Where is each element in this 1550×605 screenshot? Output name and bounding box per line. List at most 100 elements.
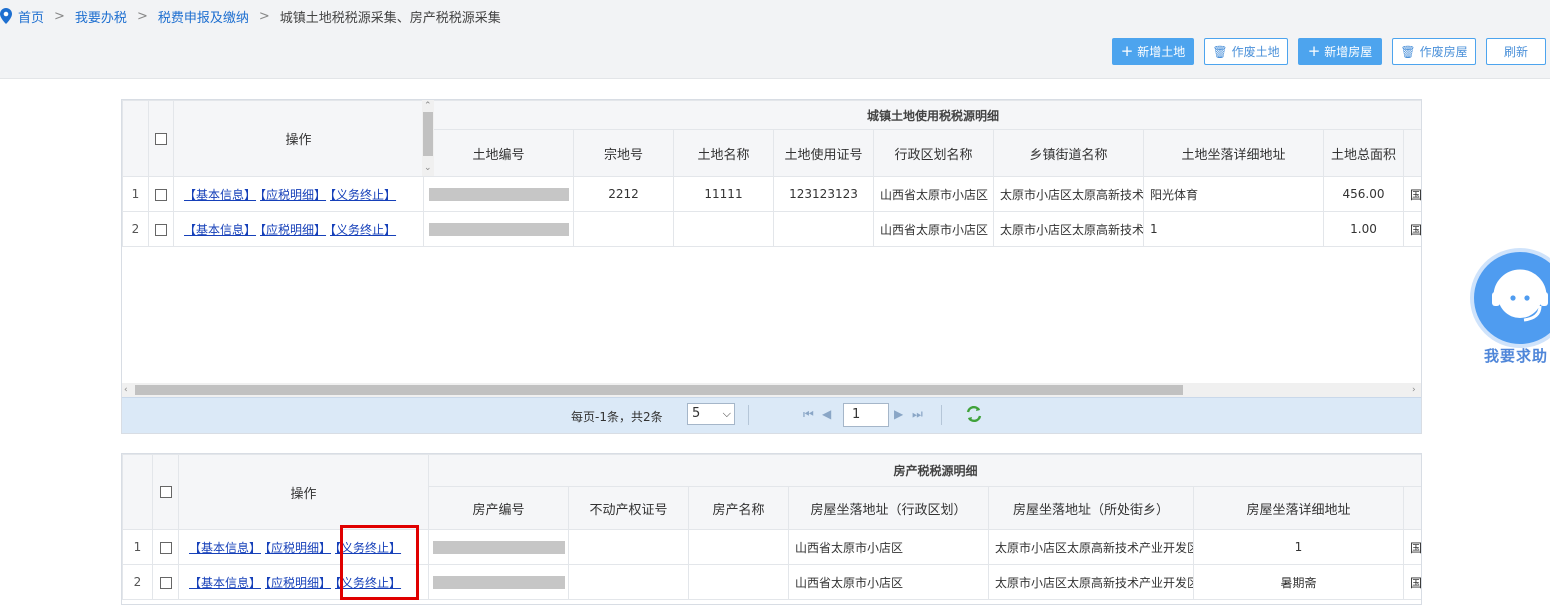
column-header-house-id[interactable]: 房产编号 bbox=[428, 486, 569, 530]
prev-page-icon[interactable]: ◀ bbox=[822, 407, 831, 421]
page-size-select[interactable]: 5 ⌵ bbox=[687, 403, 735, 425]
breadcrumb: 首页 > 我要办税 > 税费申报及缴纳 > 城镇土地税税源采集、房产税税源采集 bbox=[0, 7, 501, 26]
house-name-cell bbox=[688, 564, 789, 600]
area-cell: 1.00 bbox=[1323, 211, 1404, 247]
column-header-address[interactable]: 房屋坐落详细地址 bbox=[1193, 486, 1404, 530]
address-cell: 暑期斋 bbox=[1193, 564, 1404, 600]
cert-no-cell: 123123123 bbox=[773, 176, 874, 212]
header-bar: 首页 > 我要办税 > 税费申报及缴纳 > 城镇土地税税源采集、房产税税源采集 … bbox=[0, 0, 1550, 79]
basic-info-link[interactable]: 【基本信息】 bbox=[184, 188, 256, 202]
breadcrumb-separator: > bbox=[136, 8, 148, 24]
add-land-button[interactable]: + 新增土地 bbox=[1112, 38, 1194, 65]
help-button[interactable] bbox=[1474, 252, 1550, 344]
divider bbox=[941, 405, 942, 425]
row-checkbox[interactable] bbox=[159, 541, 172, 554]
page-number-input[interactable]: 1 bbox=[843, 403, 889, 427]
tax-detail-link[interactable]: 【应税明细】 bbox=[265, 576, 331, 590]
column-header-parcel-no[interactable]: 宗地号 bbox=[573, 129, 674, 177]
row-number: 1 bbox=[122, 176, 149, 212]
chevron-down-icon: ⌵ bbox=[722, 407, 731, 420]
headset-agent-icon bbox=[1492, 269, 1548, 322]
column-header-street[interactable]: 房屋坐落地址（所处街乡） bbox=[988, 486, 1194, 530]
select-all-checkbox[interactable] bbox=[155, 132, 167, 145]
redacted-value bbox=[432, 576, 565, 589]
basic-info-link[interactable]: 【基本信息】 bbox=[189, 576, 261, 590]
plus-icon: + bbox=[1307, 42, 1321, 60]
column-header-ops: 操作 bbox=[173, 100, 424, 177]
scroll-down-arrow-icon[interactable]: ⌄ bbox=[424, 163, 432, 173]
select-all-cell bbox=[148, 100, 174, 177]
area-cell: 456.00 bbox=[1323, 176, 1404, 212]
first-page-icon[interactable]: ⏮ bbox=[803, 407, 814, 422]
street-cell: 太原市小店区太原高新技术 bbox=[993, 176, 1144, 212]
terminate-obligation-link[interactable]: 【义务终止】 bbox=[330, 223, 396, 237]
void-land-button[interactable]: 🗑 作废土地 bbox=[1204, 38, 1288, 65]
land-table: 操作 城镇土地使用税税源明细 土地编号 宗地号 土地名称 土地使用证号 行政区划… bbox=[122, 100, 1421, 247]
trash-icon: 🗑 bbox=[1212, 44, 1228, 59]
divider bbox=[748, 405, 749, 425]
row-select-cell bbox=[152, 529, 179, 565]
select-all-cell bbox=[152, 454, 179, 530]
tax-detail-link[interactable]: 【应税明细】 bbox=[260, 188, 326, 202]
horizontal-scrollbar[interactable]: ‹ › bbox=[122, 383, 1421, 397]
ops-cell: 【基本信息】 【应税明细】 【义务终止】 bbox=[173, 211, 424, 247]
scrollbar-thumb[interactable] bbox=[135, 385, 1183, 395]
last-page-icon[interactable]: ⏭ bbox=[912, 407, 923, 422]
row-number: 2 bbox=[122, 211, 149, 247]
pagination-bar: 每页-1条，共2条 5 ⌵ ⏮ ◀ 1 ▶ ⏭ bbox=[122, 397, 1421, 433]
parcel-no-cell: 2212 bbox=[573, 176, 674, 212]
column-header-property-cert[interactable]: 不动产权证号 bbox=[568, 486, 689, 530]
scroll-left-arrow-icon[interactable]: ‹ bbox=[124, 385, 128, 395]
column-header-area[interactable]: 土地总面积 bbox=[1323, 129, 1404, 177]
redacted-value bbox=[432, 541, 565, 554]
scroll-up-arrow-icon[interactable]: ⌃ bbox=[424, 101, 432, 111]
breadcrumb-current: 城镇土地税税源采集、房产税税源采集 bbox=[279, 10, 501, 26]
extra-cell: 国 bbox=[1402, 211, 1421, 247]
next-page-icon[interactable]: ▶ bbox=[894, 407, 903, 421]
select-all-checkbox[interactable] bbox=[159, 486, 172, 498]
void-house-button[interactable]: 🗑 作废房屋 bbox=[1392, 38, 1476, 65]
breadcrumb-tax[interactable]: 我要办税 bbox=[75, 7, 127, 26]
row-checkbox[interactable] bbox=[159, 576, 172, 589]
scrollbar-thumb[interactable] bbox=[423, 112, 433, 156]
terminate-obligation-link[interactable]: 【义务终止】 bbox=[330, 188, 396, 202]
trash-icon: 🗑 bbox=[1400, 44, 1416, 59]
row-select-cell bbox=[148, 211, 174, 247]
land-id-cell bbox=[423, 211, 574, 247]
column-header-land-id[interactable]: 土地编号 bbox=[423, 129, 574, 177]
cert-no-cell bbox=[773, 211, 874, 247]
reload-icon[interactable] bbox=[965, 405, 983, 423]
redacted-value bbox=[428, 223, 569, 236]
basic-info-link[interactable]: 【基本信息】 bbox=[189, 541, 261, 555]
row-select-cell bbox=[152, 564, 179, 600]
column-header-region[interactable]: 行政区划名称 bbox=[873, 129, 994, 177]
basic-info-link[interactable]: 【基本信息】 bbox=[184, 223, 256, 237]
column-header-street[interactable]: 乡镇街道名称 bbox=[993, 129, 1144, 177]
table-row[interactable]: 2 【基本信息】 【应税明细】 【义务终止】 山西省太原市小店区 太原市小店区太原高… bbox=[122, 211, 1421, 247]
row-number: 2 bbox=[122, 564, 153, 600]
column-header-cert-no[interactable]: 土地使用证号 bbox=[773, 129, 874, 177]
row-checkbox[interactable] bbox=[155, 188, 167, 201]
table-row[interactable]: 1 【基本信息】 【应税明细】 【义务终止】 山西省太原市小店区 太原市小店区太原高… bbox=[122, 529, 1421, 565]
column-header-address[interactable]: 土地坐落详细地址 bbox=[1143, 129, 1324, 177]
breadcrumb-separator: > bbox=[54, 8, 65, 24]
breadcrumb-declare[interactable]: 税费申报及缴纳 bbox=[158, 7, 249, 26]
parcel-no-cell bbox=[573, 211, 674, 247]
column-header-house-name[interactable]: 房产名称 bbox=[688, 486, 789, 530]
extra-cell: 国 bbox=[1402, 529, 1421, 565]
tax-detail-link[interactable]: 【应税明细】 bbox=[260, 223, 326, 237]
row-checkbox[interactable] bbox=[155, 223, 167, 236]
column-header-region[interactable]: 房屋坐落地址（行政区划） bbox=[788, 486, 989, 530]
column-header-land-name[interactable]: 土地名称 bbox=[673, 129, 774, 177]
help-label[interactable]: 我要求助 bbox=[1484, 345, 1548, 366]
breadcrumb-home[interactable]: 首页 bbox=[18, 7, 44, 26]
add-house-button[interactable]: + 新增房屋 bbox=[1298, 38, 1382, 65]
tax-detail-link[interactable]: 【应税明细】 bbox=[265, 541, 331, 555]
table-row[interactable]: 1 【基本信息】 【应税明细】 【义务终止】 2212 11111 12312312… bbox=[122, 176, 1421, 212]
table-row[interactable]: 2 【基本信息】 【应税明细】 【义务终止】 山西省太原市小店区 太原市小店区太原高… bbox=[122, 564, 1421, 600]
scroll-right-arrow-icon[interactable]: › bbox=[1412, 385, 1416, 395]
region-cell: 山西省太原市小店区 bbox=[788, 564, 989, 600]
frozen-column-scrollbar[interactable]: ⌃ ⌄ bbox=[422, 100, 434, 176]
refresh-button[interactable]: 刷新 bbox=[1486, 38, 1546, 65]
row-number-header bbox=[122, 100, 149, 177]
